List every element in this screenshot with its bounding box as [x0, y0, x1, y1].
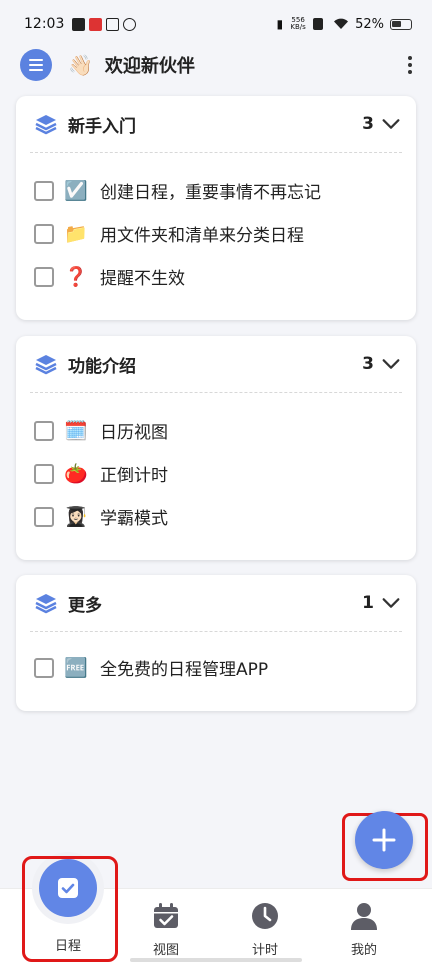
item-label: 创建日程，重要事情不再忘记 [100, 183, 321, 203]
student-icon: 👩🏻‍🎓 [64, 506, 88, 528]
tab-timer[interactable]: 计时 [215, 889, 315, 964]
item-checkbox[interactable] [34, 657, 54, 678]
list-item[interactable]: 🗓️ 日历视图 [16, 409, 416, 452]
highlight-ring [22, 856, 118, 962]
notification-icon [72, 17, 86, 31]
section-count: 1 [362, 593, 374, 613]
section-card-features: 功能介绍 3 🗓️ 日历视图 🍅 正倒计时 👩🏻‍🎓 学霸模式 [16, 336, 416, 560]
section-items: 🗓️ 日历视图 🍅 正倒计时 👩🏻‍🎓 学霸模式 [16, 393, 416, 552]
check-mark-icon: ☑️ [64, 180, 88, 202]
tab-view-label: 视图 [152, 943, 179, 958]
free-badge-icon: 🆓 [64, 657, 88, 679]
section-card-getting-started: 新手入门 3 ☑️ 创建日程，重要事情不再忘记 📁 用文件夹和清单来分类日程 ❓… [16, 96, 416, 320]
item-label: 日历视图 [100, 423, 168, 443]
list-item[interactable]: ☑️ 创建日程，重要事情不再忘记 [16, 169, 416, 212]
section-header[interactable]: 更多 1 [16, 575, 416, 631]
list-item[interactable]: 👩🏻‍🎓 学霸模式 [16, 495, 416, 538]
layers-icon [35, 594, 57, 614]
section-items: ☑️ 创建日程，重要事情不再忘记 📁 用文件夹和清单来分类日程 ❓ 提醒不生效 [16, 153, 416, 312]
page-title: 欢迎新伙伴 [104, 56, 195, 77]
section-header[interactable]: 新手入门 3 [16, 96, 416, 152]
network-speed-unit: KB/s [290, 23, 306, 31]
status-bar: 12:03 ▮ 556 KB/s 52% [0, 0, 432, 48]
home-indicator [130, 958, 302, 962]
question-mark-icon: ❓ [64, 266, 88, 288]
list-item[interactable]: 🍅 正倒计时 [16, 452, 416, 495]
item-label: 提醒不生效 [100, 269, 185, 289]
layers-icon [35, 355, 57, 375]
sync-icon [123, 17, 137, 31]
wifi-icon [334, 18, 349, 29]
item-checkbox[interactable] [34, 180, 54, 201]
item-label: 正倒计时 [100, 466, 168, 486]
app-notification-icon [89, 17, 103, 31]
menu-button[interactable] [20, 49, 52, 81]
item-label: 全免费的日程管理APP [100, 660, 269, 680]
section-count: 3 [362, 354, 374, 374]
clock-icon [252, 903, 278, 929]
layers-icon [35, 115, 57, 135]
list-item[interactable]: 🆓 全免费的日程管理APP [16, 646, 416, 689]
list-item[interactable]: ❓ 提醒不生效 [16, 255, 416, 298]
section-header[interactable]: 功能介绍 3 [16, 336, 416, 392]
section-items: 🆓 全免费的日程管理APP [16, 632, 416, 703]
section-card-more: 更多 1 🆓 全免费的日程管理APP [16, 575, 416, 711]
item-label: 学霸模式 [100, 509, 168, 529]
chevron-down-icon[interactable] [380, 113, 402, 135]
battery-percent: 52% [355, 16, 384, 32]
chevron-down-icon[interactable] [380, 592, 402, 614]
section-title: 更多 [68, 595, 102, 616]
item-checkbox[interactable] [34, 506, 54, 527]
folder-icon: 📁 [64, 223, 88, 245]
tab-mine[interactable]: 我的 [314, 889, 414, 964]
tab-view[interactable]: 视图 [116, 889, 216, 964]
item-checkbox[interactable] [34, 463, 54, 484]
add-schedule-button[interactable] [355, 811, 413, 869]
network-speed: 556 KB/s [289, 17, 307, 31]
section-count: 3 [362, 114, 374, 134]
tab-timer-label: 计时 [251, 943, 278, 958]
calendar-check-icon [154, 903, 178, 928]
person-icon [351, 903, 377, 930]
item-checkbox[interactable] [34, 420, 54, 441]
app-header: 👋🏻 欢迎新伙伴 [0, 48, 432, 82]
section-title: 功能介绍 [68, 356, 136, 377]
tab-mine-label: 我的 [350, 943, 377, 958]
list-item[interactable]: 📁 用文件夹和清单来分类日程 [16, 212, 416, 255]
tomato-icon: 🍅 [64, 463, 88, 485]
vibrate-icon: ▮ [276, 17, 284, 31]
download-icon [106, 17, 120, 31]
chevron-down-icon[interactable] [380, 353, 402, 375]
status-time: 12:03 [24, 16, 65, 32]
status-indicators: ▮ 556 KB/s 52% [276, 17, 412, 32]
calendar-icon: 🗓️ [64, 420, 88, 442]
section-title: 新手入门 [68, 116, 136, 137]
item-checkbox[interactable] [34, 223, 54, 244]
battery-icon [390, 18, 412, 30]
plus-icon [372, 828, 396, 852]
item-checkbox[interactable] [34, 266, 54, 287]
waving-hand-icon: 👋🏻 [68, 53, 93, 77]
sim-icon [313, 18, 324, 30]
more-options-button[interactable] [404, 52, 416, 78]
item-label: 用文件夹和清单来分类日程 [100, 226, 304, 246]
